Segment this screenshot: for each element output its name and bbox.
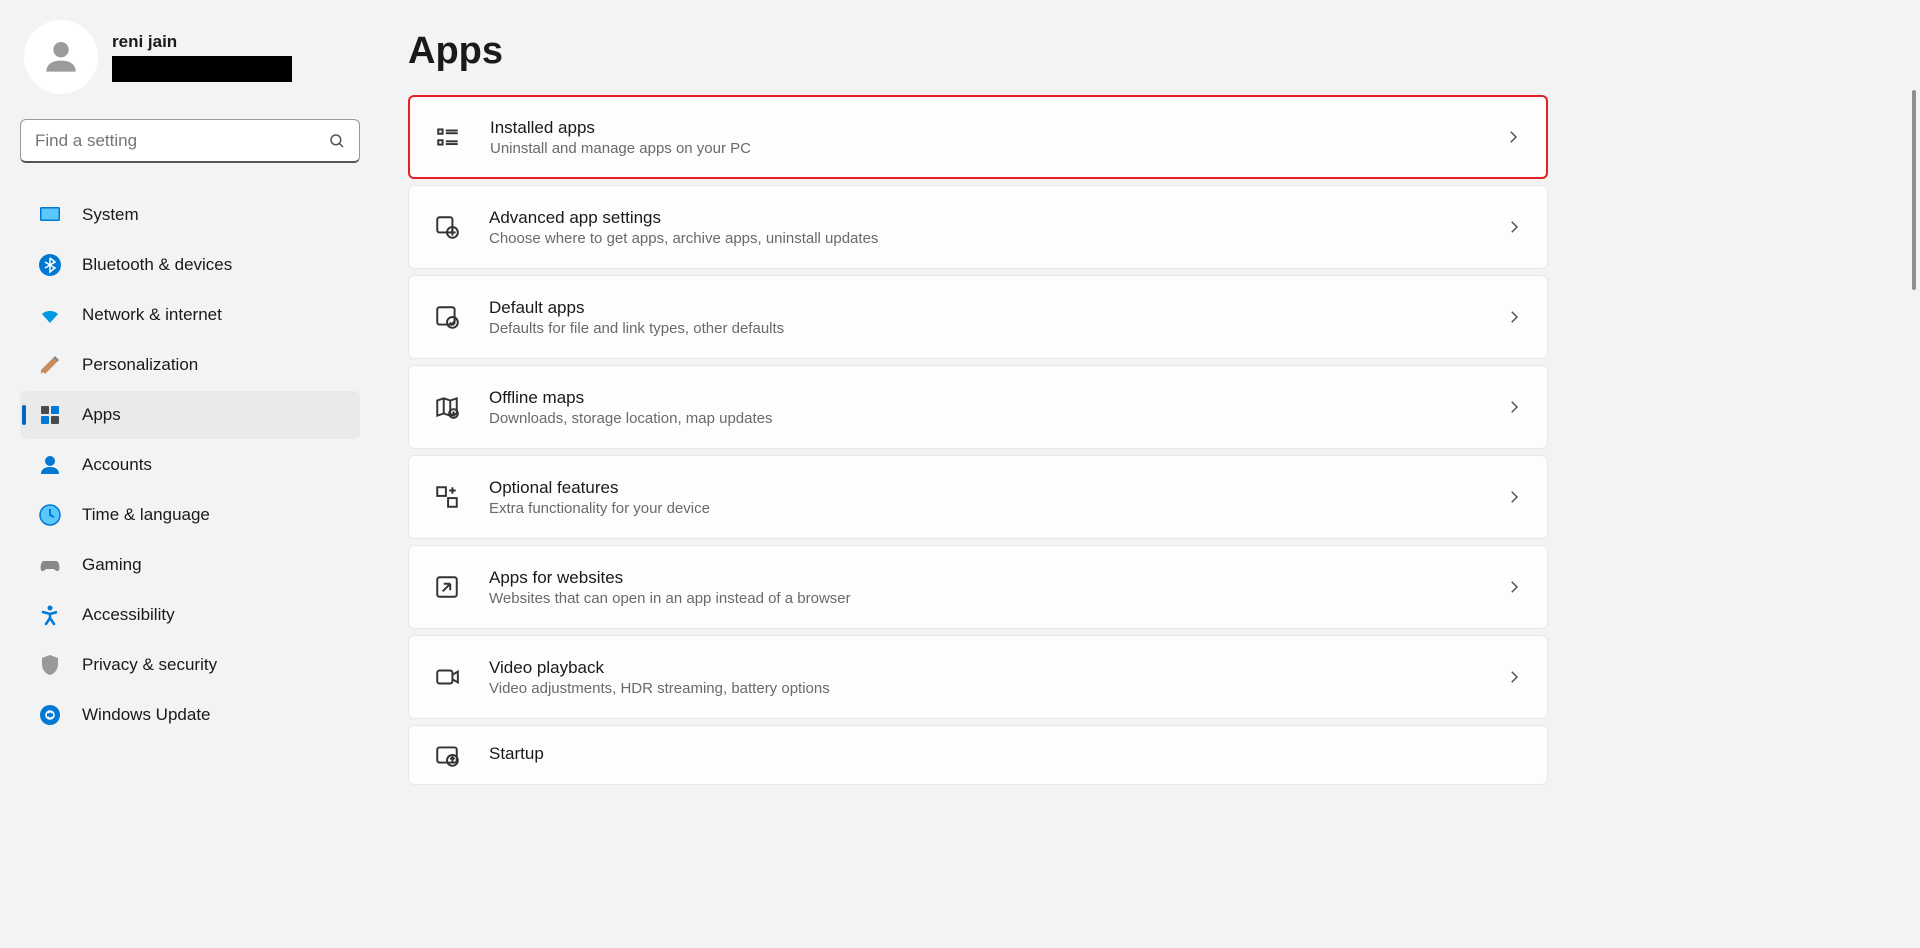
sidebar-item-label: Network & internet <box>82 305 222 325</box>
card-default-apps[interactable]: Default apps Defaults for file and link … <box>408 275 1548 359</box>
card-desc: Websites that can open in an app instead… <box>489 590 1477 607</box>
sidebar-item-label: Apps <box>82 405 121 425</box>
sidebar-item-label: Bluetooth & devices <box>82 255 232 275</box>
chevron-right-icon <box>1505 488 1523 506</box>
sidebar-item-apps[interactable]: Apps <box>20 391 360 439</box>
sidebar-item-label: Gaming <box>82 555 142 575</box>
card-title: Installed apps <box>490 118 1476 138</box>
privacy-icon <box>38 653 62 677</box>
card-title: Startup <box>489 744 1523 764</box>
offline-maps-icon <box>433 393 461 421</box>
bluetooth-icon <box>38 253 62 277</box>
sidebar-item-label: Personalization <box>82 355 198 375</box>
sidebar-item-bluetooth[interactable]: Bluetooth & devices <box>20 241 360 289</box>
card-desc: Downloads, storage location, map updates <box>489 410 1477 427</box>
windows-update-icon <box>38 703 62 727</box>
chevron-right-icon <box>1505 218 1523 236</box>
system-icon <box>38 203 62 227</box>
accessibility-icon <box>38 603 62 627</box>
profile-info: reni jain <box>112 32 292 82</box>
sidebar-item-privacy[interactable]: Privacy & security <box>20 641 360 689</box>
time-language-icon <box>38 503 62 527</box>
sidebar-item-label: Privacy & security <box>82 655 217 675</box>
card-advanced-app-settings[interactable]: Advanced app settings Choose where to ge… <box>408 185 1548 269</box>
cards-list: Installed apps Uninstall and manage apps… <box>408 95 1548 785</box>
sidebar-item-windows-update[interactable]: Windows Update <box>20 691 360 739</box>
sidebar-item-label: Windows Update <box>82 705 211 725</box>
personalization-icon <box>38 353 62 377</box>
page-title: Apps <box>408 30 1880 73</box>
card-desc: Extra functionality for your device <box>489 500 1477 517</box>
startup-icon <box>433 741 461 769</box>
card-title: Offline maps <box>489 388 1477 408</box>
sidebar-item-label: Time & language <box>82 505 210 525</box>
main-content: Apps Installed apps Uninstall and manage… <box>380 0 1920 948</box>
video-playback-icon <box>433 663 461 691</box>
card-video-playback[interactable]: Video playback Video adjustments, HDR st… <box>408 635 1548 719</box>
search-input[interactable] <box>20 119 360 163</box>
user-name: reni jain <box>112 32 292 52</box>
sidebar-item-gaming[interactable]: Gaming <box>20 541 360 589</box>
sidebar: reni jain System Bluetooth & devices Net <box>0 0 380 948</box>
sidebar-item-label: System <box>82 205 139 225</box>
sidebar-item-accounts[interactable]: Accounts <box>20 441 360 489</box>
avatar <box>24 20 98 94</box>
sidebar-item-personalization[interactable]: Personalization <box>20 341 360 389</box>
sidebar-item-label: Accounts <box>82 455 152 475</box>
card-desc: Uninstall and manage apps on your PC <box>490 140 1476 157</box>
accounts-icon <box>38 453 62 477</box>
network-icon <box>38 303 62 327</box>
sidebar-item-network[interactable]: Network & internet <box>20 291 360 339</box>
user-email-redacted <box>112 56 292 82</box>
sidebar-item-accessibility[interactable]: Accessibility <box>20 591 360 639</box>
gaming-icon <box>38 553 62 577</box>
chevron-right-icon <box>1505 308 1523 326</box>
sidebar-item-system[interactable]: System <box>20 191 360 239</box>
card-offline-maps[interactable]: Offline maps Downloads, storage location… <box>408 365 1548 449</box>
card-title: Default apps <box>489 298 1477 318</box>
search-icon <box>328 132 346 150</box>
chevron-right-icon <box>1505 578 1523 596</box>
scrollbar[interactable] <box>1912 90 1916 290</box>
card-desc: Choose where to get apps, archive apps, … <box>489 230 1477 247</box>
scrollbar-thumb[interactable] <box>1912 90 1916 290</box>
apps-for-websites-icon <box>433 573 461 601</box>
chevron-right-icon <box>1505 398 1523 416</box>
card-desc: Defaults for file and link types, other … <box>489 320 1477 337</box>
chevron-right-icon <box>1505 668 1523 686</box>
card-startup[interactable]: Startup <box>408 725 1548 785</box>
card-installed-apps[interactable]: Installed apps Uninstall and manage apps… <box>408 95 1548 179</box>
nav: System Bluetooth & devices Network & int… <box>20 191 360 739</box>
card-optional-features[interactable]: Optional features Extra functionality fo… <box>408 455 1548 539</box>
sidebar-item-label: Accessibility <box>82 605 175 625</box>
person-icon <box>39 35 83 79</box>
card-title: Video playback <box>489 658 1477 678</box>
card-desc: Video adjustments, HDR streaming, batter… <box>489 680 1477 697</box>
chevron-right-icon <box>1504 128 1522 146</box>
installed-apps-icon <box>434 123 462 151</box>
apps-icon <box>38 403 62 427</box>
optional-features-icon <box>433 483 461 511</box>
card-apps-for-websites[interactable]: Apps for websites Websites that can open… <box>408 545 1548 629</box>
default-apps-icon <box>433 303 461 331</box>
search-wrap <box>20 119 360 163</box>
profile-section[interactable]: reni jain <box>20 20 360 109</box>
card-title: Apps for websites <box>489 568 1477 588</box>
card-title: Advanced app settings <box>489 208 1477 228</box>
sidebar-item-time-language[interactable]: Time & language <box>20 491 360 539</box>
card-title: Optional features <box>489 478 1477 498</box>
advanced-app-settings-icon <box>433 213 461 241</box>
